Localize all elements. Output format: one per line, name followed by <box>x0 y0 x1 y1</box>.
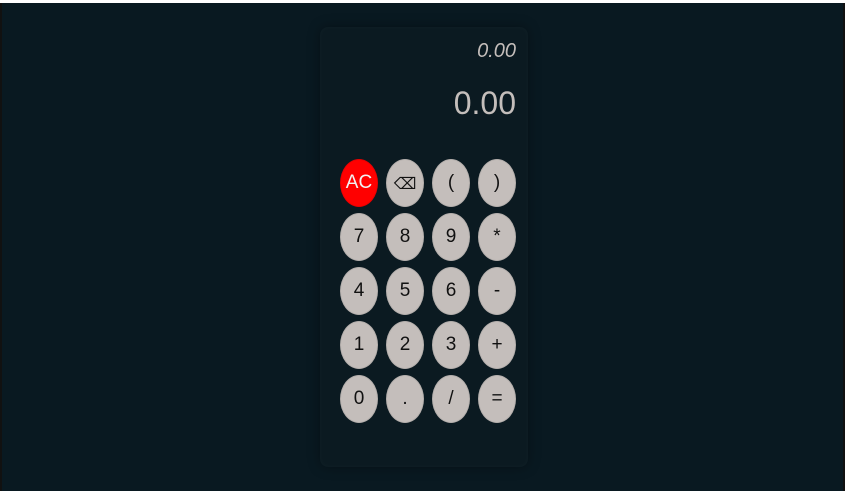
page-background: 0.00 0.00 AC ⌫ ( ) 7 8 9 * 4 5 6 - 1 2 3… <box>0 3 845 491</box>
digit-7-button[interactable]: 7 <box>340 213 378 261</box>
add-button[interactable]: + <box>478 321 516 369</box>
digit-1-button[interactable]: 1 <box>340 321 378 369</box>
digit-4-button[interactable]: 4 <box>340 267 378 315</box>
previous-operand-display: 0.00 <box>477 40 516 62</box>
subtract-button[interactable]: - <box>478 267 516 315</box>
digit-2-button[interactable]: 2 <box>386 321 424 369</box>
open-paren-button[interactable]: ( <box>432 159 470 207</box>
digit-5-button[interactable]: 5 <box>386 267 424 315</box>
calculator: 0.00 0.00 AC ⌫ ( ) 7 8 9 * 4 5 6 - 1 2 3… <box>320 27 528 467</box>
decimal-point-button[interactable]: . <box>386 375 424 423</box>
keypad: AC ⌫ ( ) 7 8 9 * 4 5 6 - 1 2 3 + 0 . / = <box>340 159 516 423</box>
digit-3-button[interactable]: 3 <box>432 321 470 369</box>
multiply-button[interactable]: * <box>478 213 516 261</box>
divide-button[interactable]: / <box>432 375 470 423</box>
close-paren-button[interactable]: ) <box>478 159 516 207</box>
current-operand-display: 0.00 <box>453 85 516 121</box>
all-clear-button[interactable]: AC <box>340 159 378 207</box>
digit-0-button[interactable]: 0 <box>340 375 378 423</box>
digit-8-button[interactable]: 8 <box>386 213 424 261</box>
equals-button[interactable]: = <box>478 375 516 423</box>
backspace-button[interactable]: ⌫ <box>386 159 424 207</box>
digit-6-button[interactable]: 6 <box>432 267 470 315</box>
digit-9-button[interactable]: 9 <box>432 213 470 261</box>
